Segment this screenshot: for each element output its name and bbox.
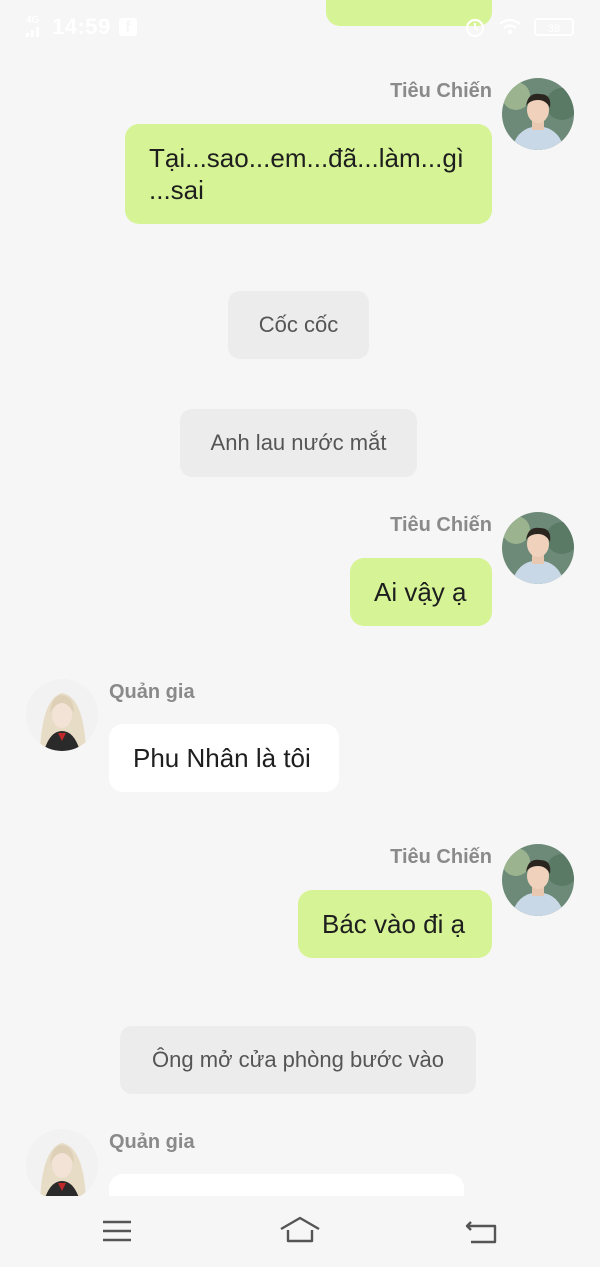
message-bubble[interactable]: Bác vào đi ạ (298, 890, 492, 958)
avatar-tieu-chien[interactable] (502, 78, 574, 150)
message-bubble[interactable]: Phu Nhân là tôi (109, 724, 339, 792)
avatar-tieu-chien[interactable] (502, 512, 574, 584)
sender-name: Tiêu Chiến (390, 80, 492, 102)
home-icon[interactable] (280, 1214, 320, 1248)
network-indicator: 4G (26, 15, 48, 39)
clock: 14:59 (52, 14, 111, 39)
status-bar: 4G 14:59 f 38 (0, 0, 600, 54)
sender-name: Quản gia (109, 681, 195, 703)
sender-name: Tiêu Chiến (390, 514, 492, 536)
menu-icon[interactable] (97, 1214, 137, 1248)
sender-name: Tiêu Chiến (390, 846, 492, 868)
avatar-quan-gia[interactable] (26, 1129, 98, 1196)
system-navigation-bar (0, 1196, 600, 1267)
avatar-quan-gia[interactable] (26, 679, 98, 751)
wifi-icon (499, 18, 521, 35)
message-bubble[interactable] (109, 1174, 464, 1196)
battery-icon: 38 (534, 18, 574, 36)
back-icon[interactable] (463, 1214, 503, 1248)
narration-bubble: Cốc cốc (228, 291, 369, 359)
signal-icon (26, 26, 39, 37)
alarm-icon (465, 18, 485, 38)
chat-thread[interactable]: Tiêu Chiến Tại...sao...em...đã...làm...g… (0, 0, 600, 1196)
facebook-notification-icon: f (118, 18, 137, 36)
avatar-tieu-chien[interactable] (502, 844, 574, 916)
narration-bubble: Ông mở cửa phòng bước vào (120, 1026, 476, 1094)
narration-bubble: Anh lau nước mắt (180, 409, 417, 477)
message-bubble[interactable]: Ai vậy ạ (350, 558, 492, 626)
message-bubble[interactable]: Tại...sao...em...đã...làm...gì ...sai (125, 124, 492, 224)
sender-name: Quản gia (109, 1131, 195, 1153)
